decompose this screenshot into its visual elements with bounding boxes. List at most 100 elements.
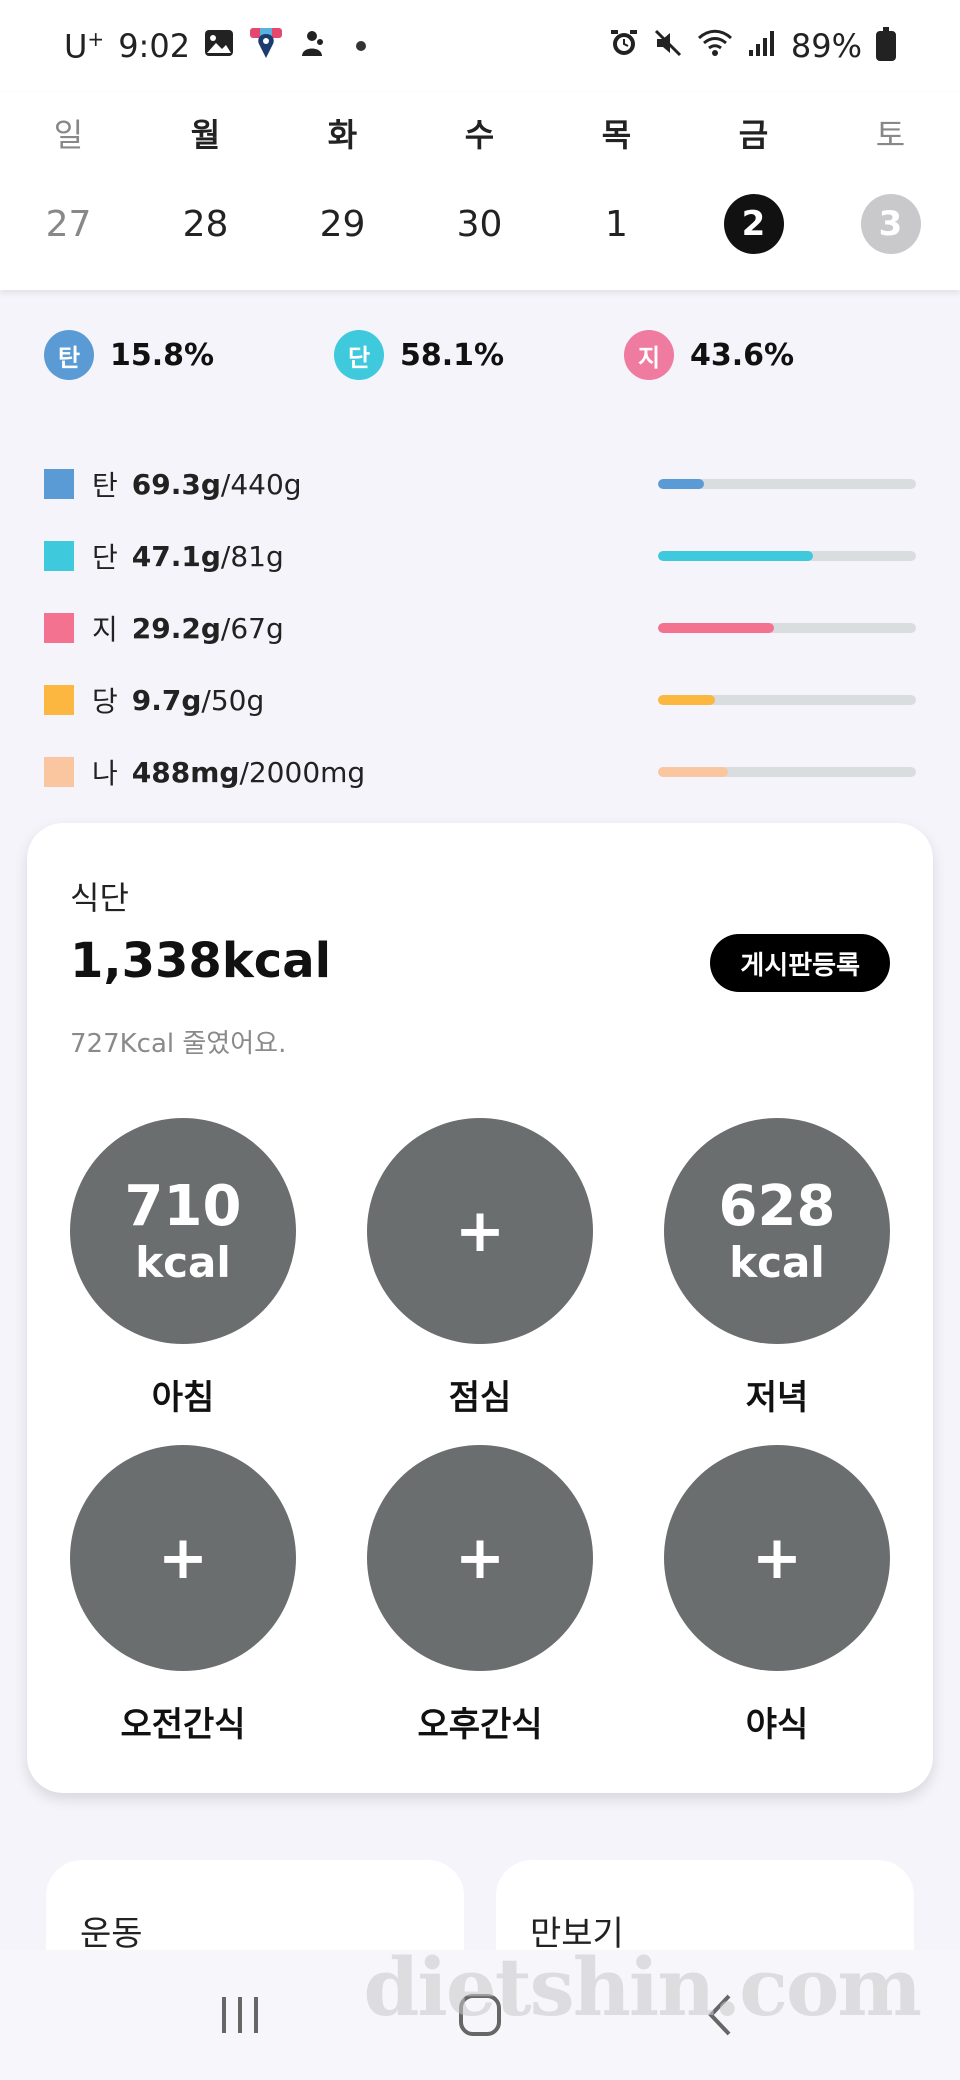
watermark-logo: dietshin.com xyxy=(363,1940,922,2034)
date-cell-29[interactable]: 29 xyxy=(274,194,411,254)
recent-apps-icon xyxy=(222,1997,258,2033)
alarm-icon xyxy=(609,28,639,64)
plus-icon: + xyxy=(751,1523,803,1593)
weekday-fri: 금 xyxy=(738,116,769,154)
plus-icon: + xyxy=(454,1196,506,1266)
nutrient-row-fat: 지 29.2g/67g xyxy=(44,592,916,664)
battery-icon xyxy=(876,27,896,61)
nutrient-progress-fill xyxy=(658,551,813,561)
nutrient-value: 29.2g/67g xyxy=(132,612,284,645)
meal-breakfast-circle[interactable]: 710 kcal xyxy=(70,1118,296,1344)
date-cell-27[interactable]: 27 xyxy=(0,194,137,254)
nutrient-goal: /81g xyxy=(220,539,284,573)
app-notification-icon xyxy=(298,28,326,64)
nutrient-amount: 29.2g xyxy=(131,611,221,645)
nutrient-progress-fill xyxy=(658,695,715,705)
meal-morning-snack-add-button[interactable]: + xyxy=(70,1445,296,1671)
nutrient-progress-fill xyxy=(658,623,775,633)
nutrient-value: 47.1g/81g xyxy=(132,540,284,573)
nutrient-row-carb: 탄 69.3g/440g xyxy=(44,448,916,520)
carb-pct: 탄 15.8% xyxy=(44,330,334,380)
nutrient-amount: 69.3g xyxy=(131,467,221,501)
nutrient-goal: /440g xyxy=(220,467,302,501)
nutrient-list: 탄 69.3g/440g 단 47.1g/81g 지 29.2g/67g 당 9… xyxy=(44,448,916,808)
fat-pct-value: 43.6% xyxy=(690,337,795,373)
nutrient-progress-bar xyxy=(658,695,916,705)
nutrient-name: 단 xyxy=(92,541,118,574)
meal-late-night[interactable]: + 야식 xyxy=(664,1445,890,1746)
nutrient-progress-fill xyxy=(658,479,705,489)
meal-kcal-value: 710 xyxy=(124,1173,242,1239)
meal-label: 오전간식 xyxy=(120,1705,246,1745)
date-cell-1[interactable]: 1 xyxy=(548,194,685,254)
recent-apps-button[interactable] xyxy=(190,1975,290,2055)
nutrient-value: 69.3g/440g xyxy=(132,468,302,501)
meal-kcal-unit: kcal xyxy=(729,1238,825,1288)
macro-percentages: 탄 15.8% 단 58.1% 지 43.6% xyxy=(44,330,924,380)
nutrient-progress-bar xyxy=(658,623,916,633)
carb-pct-value: 15.8% xyxy=(110,337,215,373)
status-left: U+ 9:02 xyxy=(64,26,367,66)
nutrient-value: 9.7g/50g xyxy=(132,684,265,717)
meal-lunch[interactable]: + 점심 xyxy=(367,1118,593,1419)
status-bar: U+ 9:02 89% xyxy=(0,0,960,92)
nutrient-row-sugar: 당 9.7g/50g xyxy=(44,664,916,736)
date-cell-2-selected[interactable]: 2 xyxy=(685,194,822,254)
meal-afternoon-snack-add-button[interactable]: + xyxy=(367,1445,593,1671)
meal-morning-snack[interactable]: + 오전간식 xyxy=(70,1445,296,1746)
protein-pct: 단 58.1% xyxy=(334,330,624,380)
meal-label: 아침 xyxy=(151,1378,215,1418)
diet-reduced-kcal: 727Kcal 줄였어요. xyxy=(70,1029,287,1059)
date-label: 28 xyxy=(182,203,229,245)
nutrient-name: 탄 xyxy=(92,469,118,502)
nutrient-progress-bar xyxy=(658,767,916,777)
meal-kcal-unit: kcal xyxy=(135,1238,231,1288)
plus-icon: + xyxy=(454,1523,506,1593)
nutrient-name: 지 xyxy=(92,613,118,646)
carb-badge: 탄 xyxy=(44,330,94,380)
weekday-thu: 목 xyxy=(601,116,632,154)
date-label: 1 xyxy=(605,203,628,245)
date-label: 29 xyxy=(319,203,366,245)
meal-late-night-add-button[interactable]: + xyxy=(664,1445,890,1671)
meal-breakfast[interactable]: 710 kcal 아침 xyxy=(70,1118,296,1419)
date-cell-30[interactable]: 30 xyxy=(411,194,548,254)
nutrient-name: 당 xyxy=(92,685,118,718)
carrier-name: U xyxy=(64,27,88,66)
nutrient-row-sodium: 나 488mg/2000mg xyxy=(44,736,916,808)
diet-title: 식단 xyxy=(70,879,129,917)
mute-icon xyxy=(653,28,683,64)
board-register-button[interactable]: 게시판등록 xyxy=(710,934,890,992)
protein-swatch xyxy=(44,541,74,571)
status-right: 89% xyxy=(609,27,896,65)
protein-badge: 단 xyxy=(334,330,384,380)
meal-label: 야식 xyxy=(745,1705,809,1745)
meal-label: 오후간식 xyxy=(417,1705,543,1745)
gallery-icon xyxy=(204,29,234,63)
meal-dinner[interactable]: 628 kcal 저녁 xyxy=(664,1118,890,1419)
sugar-swatch xyxy=(44,685,74,715)
date-label: 27 xyxy=(45,203,92,245)
future-date: 3 xyxy=(860,194,921,254)
nutrient-goal: /2000mg xyxy=(239,755,366,789)
week-calendar: 일 월 화 수 목 금 토 27 28 29 30 1 2 3 xyxy=(0,92,960,290)
meal-afternoon-snack[interactable]: + 오후간식 xyxy=(367,1445,593,1746)
selected-date: 2 xyxy=(723,194,784,254)
date-cell-28[interactable]: 28 xyxy=(137,194,274,254)
sodium-swatch xyxy=(44,757,74,787)
battery-level: 89% xyxy=(790,27,862,65)
meal-dinner-circle[interactable]: 628 kcal xyxy=(664,1118,890,1344)
protein-pct-value: 58.1% xyxy=(400,337,505,373)
nutrient-value: 488mg/2000mg xyxy=(132,756,365,789)
carb-swatch xyxy=(44,469,74,499)
weekday-mon: 월 xyxy=(190,116,221,154)
weekday-sat: 토 xyxy=(875,116,906,154)
meal-label: 점심 xyxy=(448,1378,512,1418)
nutrient-amount: 9.7g xyxy=(131,683,202,717)
weekday-wed: 수 xyxy=(464,116,495,154)
nutrient-goal: /67g xyxy=(220,611,284,645)
nutrient-name: 나 xyxy=(92,757,118,790)
meal-lunch-add-button[interactable]: + xyxy=(367,1118,593,1344)
date-cell-3[interactable]: 3 xyxy=(822,194,959,254)
carrier: U+ xyxy=(64,27,104,66)
